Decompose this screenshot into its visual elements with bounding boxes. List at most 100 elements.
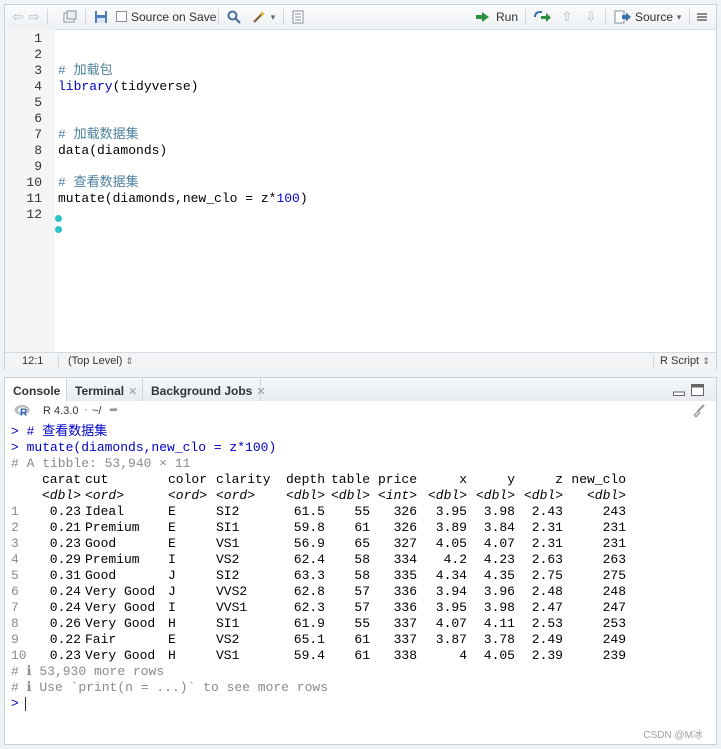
table-cell: 275 [602,568,626,583]
chevron-down-icon[interactable]: ▾ [269,9,277,25]
console-prompt[interactable]: > [11,696,26,712]
clear-console-icon[interactable] [691,403,707,422]
show-in-window-icon[interactable] [62,9,78,25]
table-cell: Good [85,536,117,551]
editor-toolbar: ⇦ ⇨ Source on Save ▾ Run ⇧ ⇩ Source ▾ [5,5,716,30]
r-version: R 4.3.0 [43,405,79,417]
go-to-directory-icon[interactable]: ➦ [109,403,118,416]
table-cell: 249 [602,632,626,647]
table-cell: 3.87 [435,632,467,647]
table-cell: 337 [393,616,417,631]
table-cell: 61 [354,520,370,535]
column-header: price [377,472,417,487]
console-path-bar: R R 4.3.0 · ~/ ➦ [5,401,716,421]
table-cell: 61.5 [293,504,325,519]
table-cell: 3.98 [483,504,515,519]
table-cell: 327 [393,536,417,551]
tab-label: Terminal [75,384,125,398]
close-icon[interactable]: ✕ [128,386,137,398]
scope-label: (Top Level) [68,355,123,367]
table-cell: 239 [602,648,626,663]
go-up-arrow-icon[interactable]: ⇧ [559,9,575,25]
back-arrow-icon[interactable]: ⇦ [11,9,25,25]
table-cell: 61 [354,632,370,647]
status-divider [58,355,59,368]
run-button[interactable]: Run [496,10,518,24]
table-cell: 2.31 [531,536,563,551]
working-directory[interactable]: ~/ [92,405,101,417]
maximize-pane-icon[interactable] [691,384,704,396]
code-line: # 查看数据集 [58,175,139,190]
code-text: ) [299,191,308,206]
file-type-selector[interactable]: R Script ⇕ [660,355,710,367]
tab-background-jobs[interactable]: Background Jobs ✕ [143,378,266,401]
editor-options-icon[interactable] [695,9,709,25]
table-cell: SI2 [216,568,240,583]
close-icon[interactable]: ✕ [256,386,265,398]
table-cell: 0.21 [49,520,81,535]
save-icon[interactable] [93,9,109,25]
row-number: 9 [11,632,19,647]
table-cell: 3.78 [483,632,515,647]
source-icon[interactable] [613,9,633,25]
minimize-pane-icon[interactable] [673,385,685,396]
table-cell: 326 [393,504,417,519]
source-on-save-checkbox[interactable] [116,11,127,22]
run-arrow-icon[interactable] [475,9,493,25]
forward-arrow-icon[interactable]: ⇨ [27,9,41,25]
table-cell: 247 [602,600,626,615]
table-cell: 253 [602,616,626,631]
toolbar-divider [525,9,526,25]
path-separator: · [84,404,88,416]
console-footer-note: # ℹ Use `print(n = ...)` to see more row… [11,680,328,695]
toolbar-divider [47,9,48,25]
table-cell: 63.3 [293,568,325,583]
table-cell: 4.2 [443,552,467,567]
table-cell: 4.07 [483,536,515,551]
column-header: clarity [216,472,271,487]
table-cell: 3.95 [435,600,467,615]
up-down-chevron-icon: ⇕ [702,356,710,366]
table-cell: 4.05 [435,536,467,551]
table-cell: 62.4 [293,552,325,567]
document-outline-icon[interactable] [290,9,306,25]
table-cell: 336 [393,600,417,615]
table-cell: 2.31 [531,520,563,535]
search-icon[interactable] [226,9,242,25]
table-cell: VVS2 [216,584,248,599]
table-cell: 2.75 [531,568,563,583]
column-header: depth [285,472,325,487]
table-cell: 337 [393,632,417,647]
r-logo-icon: R [14,404,30,420]
chevron-down-icon[interactable]: ▾ [674,9,684,25]
source-button[interactable]: Source [635,10,673,24]
table-cell: 59.8 [293,520,325,535]
code-editor[interactable]: # 加载包 library(tidyverse) # 加载数据集 data(diamo… [5,29,716,352]
tab-console[interactable]: Console [5,378,67,402]
table-cell: VS2 [216,632,240,647]
row-number: 3 [11,536,19,551]
magic-wand-icon[interactable] [251,9,267,25]
table-cell: 59.4 [293,648,325,663]
table-cell: 338 [393,648,417,663]
console-output[interactable]: > # 查看数据集 > mutate(diamonds,new_clo = z*1… [5,421,716,741]
scope-selector[interactable]: (Top Level) ⇕ [68,355,133,367]
re-run-icon[interactable] [533,9,553,25]
table-cell: 334 [393,552,417,567]
console-pane: Console Terminal ✕ Background Jobs ✕ R R 4… [4,377,717,745]
table-cell: 231 [602,520,626,535]
row-number: 6 [11,584,19,599]
tab-terminal[interactable]: Terminal ✕ [67,378,143,401]
source-on-save-label: Source on Save [131,10,217,24]
row-number: 10 [11,648,27,663]
row-number: 2 [11,520,19,535]
table-cell: 65.1 [293,632,325,647]
go-down-arrow-icon[interactable]: ⇩ [583,9,599,25]
table-cell: 2.47 [531,600,563,615]
table-cell: Very Good [85,584,156,599]
table-cell: 4.23 [483,552,515,567]
watermark: CSDN @M冰 [643,730,703,741]
column-type: <dbl> [586,488,626,503]
function-name: library [58,79,113,94]
column-header: color [168,472,208,487]
